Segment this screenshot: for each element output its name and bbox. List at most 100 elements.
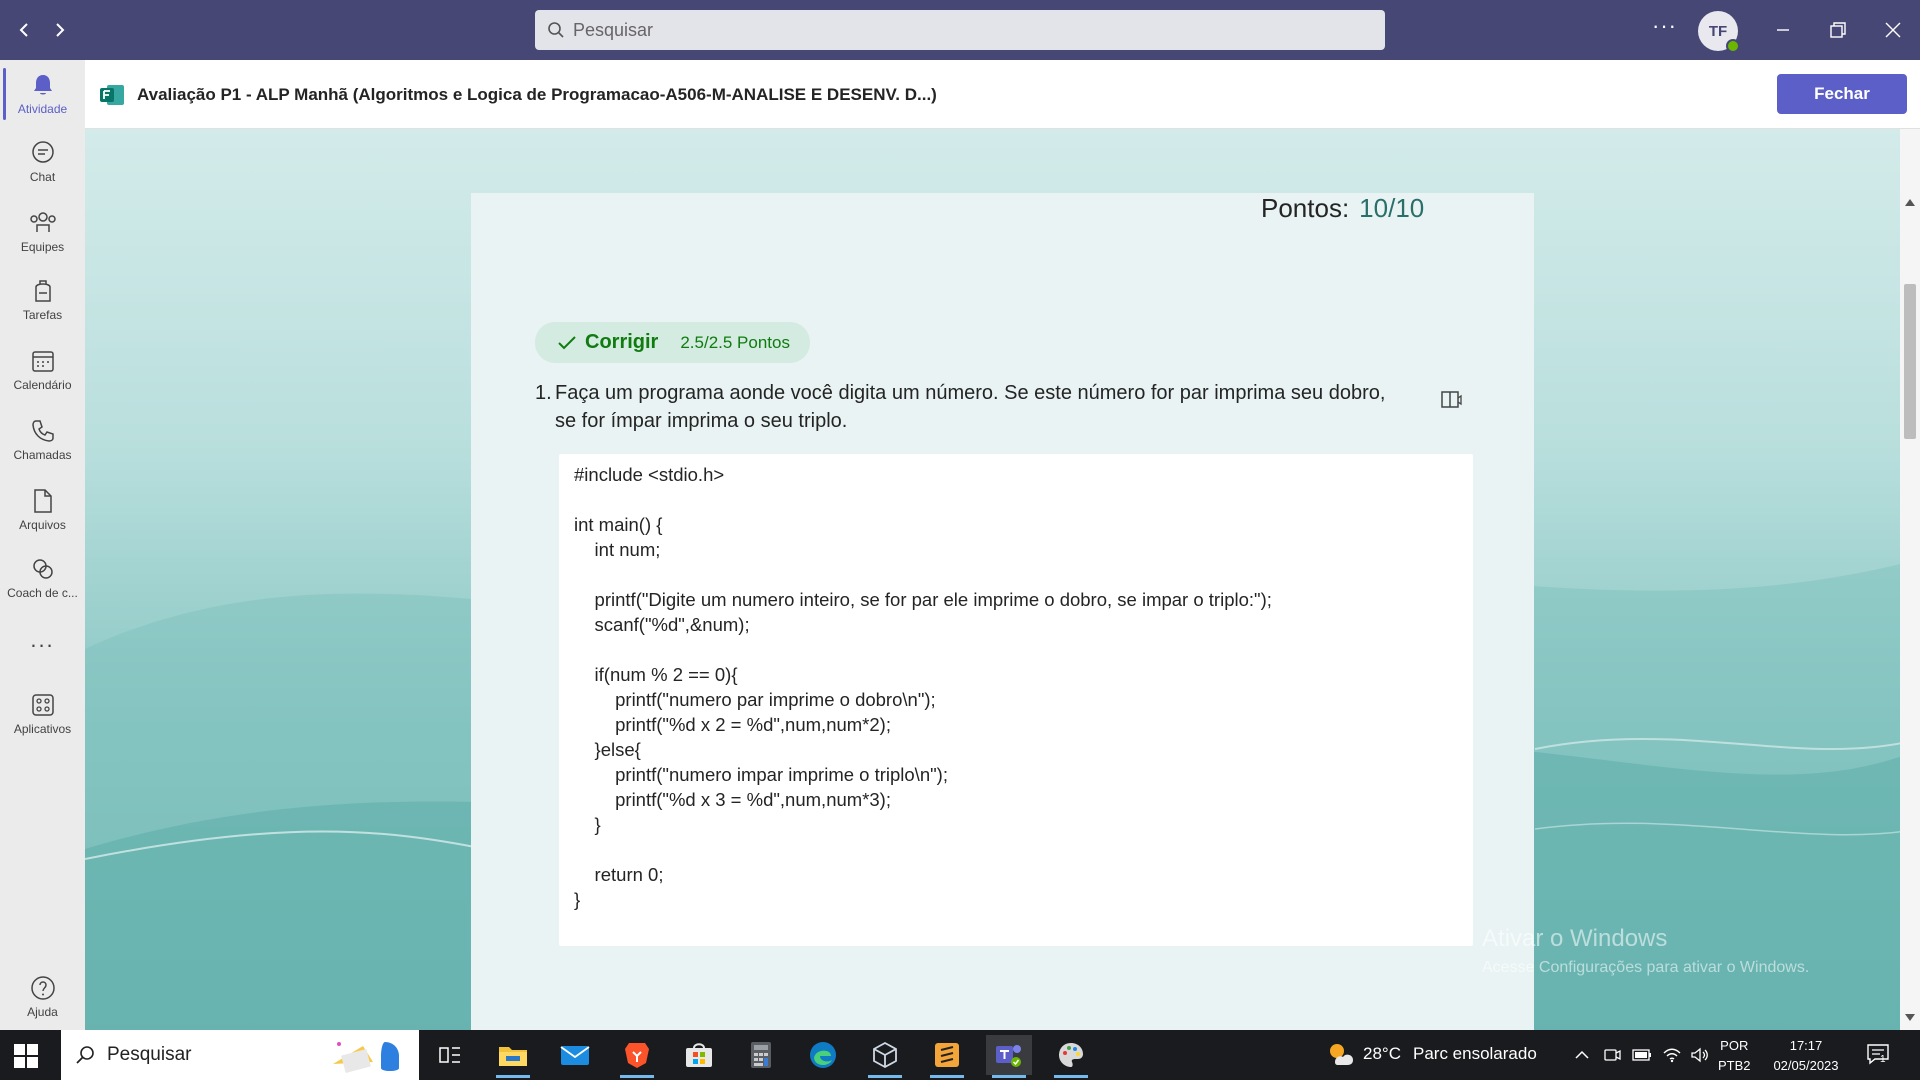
edge-browser-icon <box>810 1042 836 1068</box>
rail-item-calendar[interactable]: Calendário <box>0 338 85 402</box>
taskbar-calculator[interactable] <box>738 1035 784 1075</box>
battery-tray[interactable] <box>1630 1030 1654 1080</box>
palette-icon <box>1059 1043 1083 1067</box>
speaker-icon <box>1691 1047 1708 1063</box>
notification-center-button[interactable] <box>1866 1042 1890 1071</box>
rail-item-assignments[interactable]: Tarefas <box>0 268 85 332</box>
code-editor-icon <box>935 1043 959 1067</box>
chevron-up-icon <box>1575 1050 1589 1059</box>
rail-item-apps[interactable]: Aplicativos <box>0 682 85 746</box>
form-card: Pontos: 10/10 Corrigir 2.5/2.5 Pontos 1. … <box>471 193 1534 1030</box>
notification-icon <box>1867 1044 1889 1065</box>
backpack-icon <box>34 280 51 302</box>
rail-item-chat[interactable]: Chat <box>0 130 85 194</box>
battery-icon <box>1632 1049 1651 1061</box>
answer-box: #include <stdio.h> int main() { int num;… <box>559 454 1473 946</box>
rail-more-button[interactable]: ... <box>0 620 85 660</box>
search-icon <box>76 1046 94 1064</box>
rail-item-files[interactable]: Arquivos <box>0 478 85 542</box>
score-label: Pontos: <box>1261 193 1350 223</box>
show-hidden-icons-button[interactable] <box>1570 1030 1594 1080</box>
page-title: Avaliação P1 - ALP Manhã (Algoritmos e L… <box>137 85 937 104</box>
taskbar-paint[interactable] <box>1048 1035 1094 1078</box>
close-button[interactable]: Fechar <box>1777 74 1907 114</box>
rail-item-activity[interactable]: Atividade <box>0 62 85 126</box>
forward-button[interactable] <box>46 16 74 44</box>
more-options-button[interactable]: ··· <box>1652 15 1677 37</box>
question-points: 2.5/2.5 Pontos <box>680 332 790 352</box>
taskbar-store[interactable] <box>676 1035 722 1075</box>
taskbar-teams[interactable] <box>986 1035 1032 1078</box>
clock[interactable]: 17:17 02/05/2023 <box>1766 1036 1846 1076</box>
close-icon <box>1885 22 1901 38</box>
teams-icon <box>29 212 56 232</box>
chat-icon <box>31 141 54 163</box>
rail-item-label: Coach de c... <box>7 586 78 600</box>
immersive-reader-icon[interactable] <box>1440 389 1464 411</box>
cube-icon <box>873 1041 897 1069</box>
minimize-button[interactable] <box>1763 14 1803 46</box>
presence-status-icon <box>1726 39 1740 53</box>
meet-now-tray[interactable] <box>1600 1030 1624 1080</box>
taskbar-file-explorer[interactable] <box>490 1035 536 1078</box>
scroll-thumb[interactable] <box>1904 284 1916 439</box>
scrollbar[interactable] <box>1900 129 1920 1030</box>
mail-icon <box>560 1046 590 1065</box>
taskbar-sublime[interactable] <box>924 1035 970 1078</box>
weather-widget[interactable]: 28°C Parc ensolarado <box>1325 1040 1537 1068</box>
watermark-title: Ativar o Windows <box>1482 925 1668 952</box>
close-window-button[interactable] <box>1873 14 1913 46</box>
bell-icon <box>33 75 52 95</box>
back-button[interactable] <box>10 16 38 44</box>
weather-description: Parc ensolarado <box>1412 1044 1537 1063</box>
taskbar-search-label: Pesquisar <box>107 1044 192 1065</box>
search-input[interactable] <box>573 19 1333 41</box>
search-bar[interactable] <box>535 10 1385 50</box>
total-score: Pontos: 10/10 <box>1261 193 1424 224</box>
title-bar: ··· TF <box>0 0 1920 60</box>
rail-item-label: Arquivos <box>19 518 66 532</box>
taskbar-mail[interactable] <box>552 1035 598 1075</box>
search-icon <box>548 22 564 38</box>
rail-item-label: Calendário <box>13 378 72 392</box>
search-highlight-illustration-icon <box>333 1042 399 1074</box>
windows-logo-icon <box>14 1044 38 1068</box>
restore-icon <box>1830 22 1846 38</box>
rail-item-teams[interactable]: Equipes <box>0 200 85 264</box>
avatar[interactable]: TF <box>1698 11 1740 53</box>
camera-icon <box>1604 1049 1621 1061</box>
scroll-up-arrow-icon[interactable] <box>1905 199 1915 206</box>
start-button[interactable] <box>14 1044 38 1073</box>
taskbar-brave[interactable] <box>614 1035 660 1078</box>
chevron-left-icon <box>19 23 28 37</box>
volume-tray[interactable] <box>1688 1030 1712 1080</box>
calculator-icon <box>751 1042 771 1068</box>
clock-time: 17:17 <box>1789 1038 1823 1053</box>
checkmark-icon <box>558 335 576 349</box>
file-icon <box>33 489 52 513</box>
windows-activation-watermark: Ativar o Windows Acesse Configurações pa… <box>1482 925 1809 977</box>
taskbar-virtualbox[interactable] <box>862 1035 908 1078</box>
language-code: POR <box>1720 1038 1749 1053</box>
score-value: 10/10 <box>1359 193 1425 223</box>
rail-item-help[interactable]: Ajuda <box>0 965 85 1029</box>
network-tray[interactable] <box>1660 1030 1684 1080</box>
rail-item-calls[interactable]: Chamadas <box>0 408 85 472</box>
partly-sunny-icon <box>1330 1044 1353 1065</box>
input-language[interactable]: POR PTB2 <box>1718 1036 1751 1076</box>
rail-item-label: Chamadas <box>13 448 72 462</box>
notification-count: 1 <box>1880 1054 1886 1065</box>
maximize-button[interactable] <box>1818 14 1858 46</box>
teams-app-icon <box>996 1045 1021 1067</box>
taskbar-search[interactable]: Pesquisar <box>61 1030 419 1080</box>
scroll-down-arrow-icon[interactable] <box>1905 1014 1915 1021</box>
wifi-icon <box>1663 1048 1681 1063</box>
taskbar-edge[interactable] <box>800 1035 846 1075</box>
app-header: Avaliação P1 - ALP Manhã (Algoritmos e L… <box>85 60 1920 129</box>
chevron-right-icon <box>56 23 65 37</box>
folder-icon <box>499 1047 527 1066</box>
keyboard-layout: PTB2 <box>1718 1058 1751 1073</box>
rail-item-coach[interactable]: Coach de c... <box>0 546 85 610</box>
taskbar-task-view[interactable] <box>427 1035 473 1075</box>
taskbar: Pesquisar 28°C Parc ensolarado POR PTB2 … <box>0 1030 1920 1080</box>
